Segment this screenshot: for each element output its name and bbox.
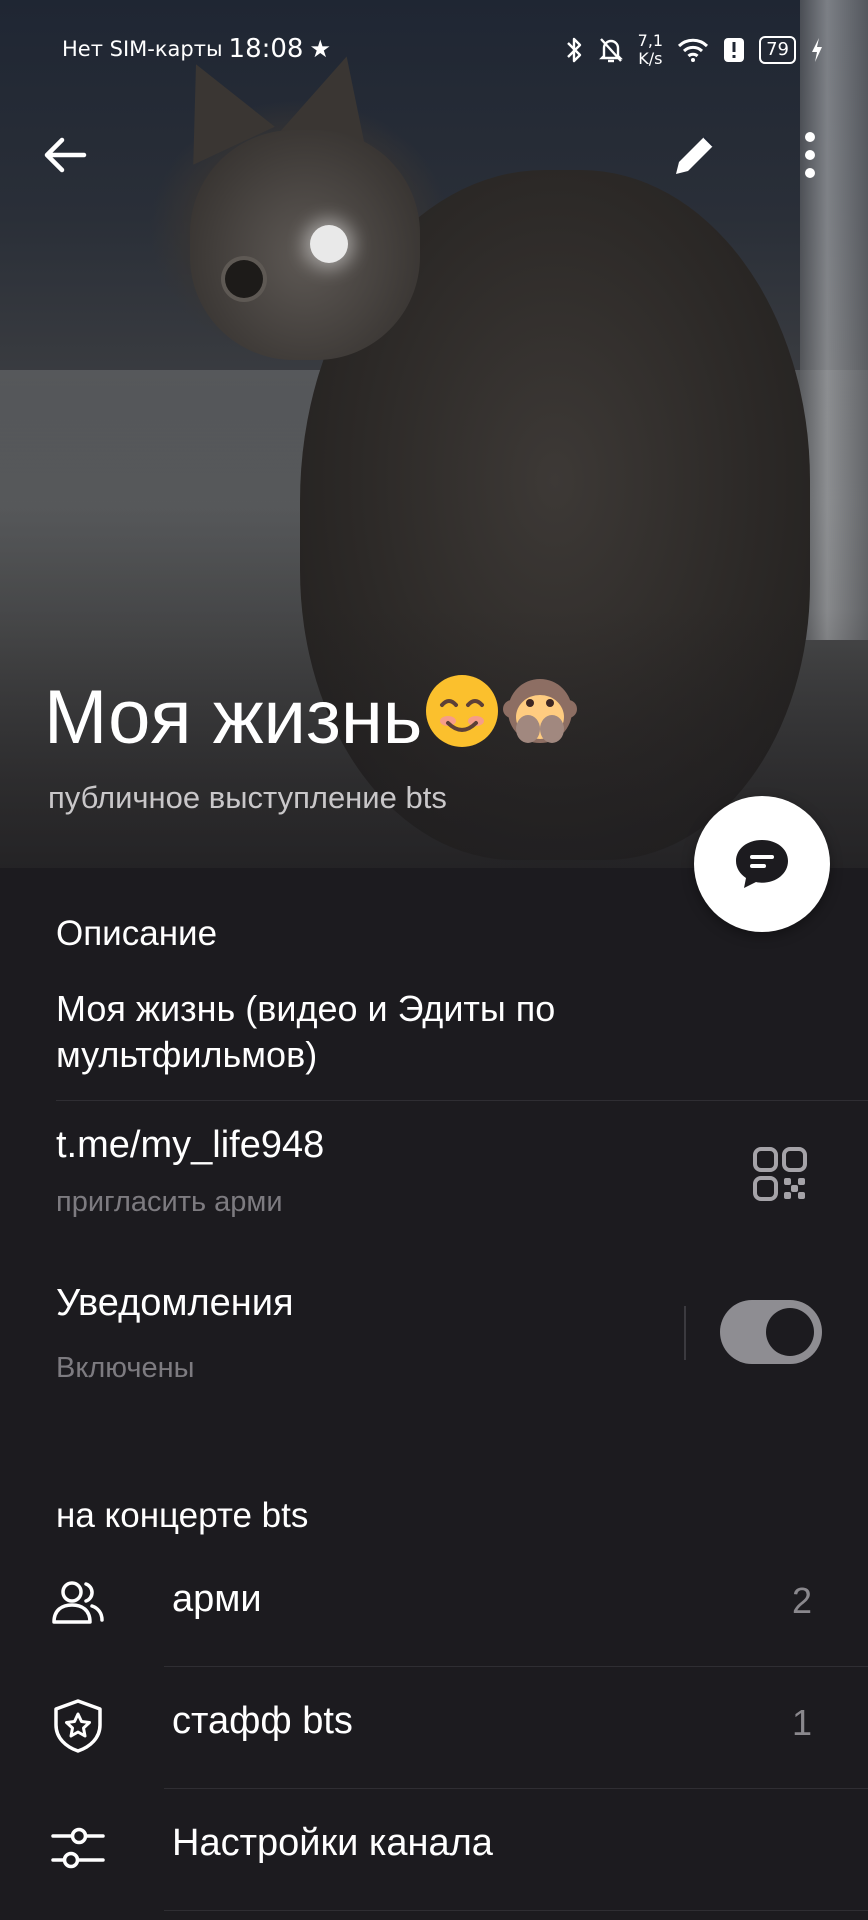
speed-value: 7,1 [637, 31, 664, 50]
back-arrow-icon[interactable] [40, 130, 90, 180]
see-no-evil-monkey-icon [503, 679, 578, 743]
photo-cat-eye [225, 260, 263, 298]
divider [164, 1910, 868, 1911]
members-section-heading: на концерте bts [56, 1496, 309, 1535]
notifications-toggle[interactable] [720, 1300, 822, 1364]
list-item-channel-settings[interactable]: Настройки канала [0, 1788, 868, 1908]
list-item-label: стафф bts [172, 1700, 353, 1742]
toggle-knob [766, 1308, 814, 1356]
description-text[interactable]: Моя жизнь (видео и Эдиты по мультфильмов… [56, 986, 676, 1078]
description-heading: Описание [56, 914, 218, 953]
network-speed: 7,1 K/s [638, 32, 663, 68]
bell-off-icon [598, 38, 623, 63]
discussion-button[interactable] [694, 796, 830, 932]
list-item-staff[interactable]: стафф bts 1 [0, 1666, 868, 1786]
list-item-label: Настройки канала [172, 1822, 493, 1864]
photo-cat-eye [310, 225, 348, 263]
sliders-icon [51, 1827, 105, 1869]
channel-title: Моя жизнь [44, 670, 578, 766]
qr-code-icon[interactable] [752, 1146, 808, 1202]
star-icon: ★ [309, 35, 331, 63]
photo-window-edge [800, 0, 868, 640]
speed-unit: K/s [638, 49, 663, 68]
channel-title-text: Моя жизнь [44, 675, 423, 760]
divider [56, 1100, 868, 1101]
carrier-text: Нет SIM-карты [62, 37, 223, 61]
wifi-icon [678, 38, 709, 62]
clock: 18:08 [228, 34, 304, 64]
shield-star-icon [54, 1699, 102, 1753]
list-item-label: арми [172, 1578, 262, 1620]
smiling-face-icon [426, 675, 499, 747]
list-item-count: 1 [791, 1702, 812, 1743]
list-item-army[interactable]: арми 2 [0, 1544, 868, 1664]
channel-subtitle: публичное выступление bts [48, 780, 447, 815]
notifications-state: Включены [56, 1352, 195, 1384]
bluetooth-icon [566, 37, 581, 63]
users-icon [52, 1581, 104, 1624]
list-item-count: 2 [791, 1580, 812, 1621]
channel-link[interactable]: t.me/my_life948 [56, 1124, 324, 1167]
notifications-title[interactable]: Уведомления [56, 1282, 294, 1325]
status-bar: Нет SIM-карты 18:08 ★ 7,1 K/s 79 [0, 26, 868, 72]
charging-icon [812, 38, 822, 62]
alert-icon [724, 38, 745, 62]
vertical-divider [684, 1306, 686, 1360]
battery-level: 79 [759, 36, 796, 64]
photo-cat-head [190, 130, 420, 360]
link-hint: пригласить арми [56, 1186, 283, 1218]
pencil-icon[interactable] [668, 128, 722, 182]
more-vert-icon[interactable] [790, 128, 830, 182]
chat-bubble-icon [736, 840, 788, 888]
